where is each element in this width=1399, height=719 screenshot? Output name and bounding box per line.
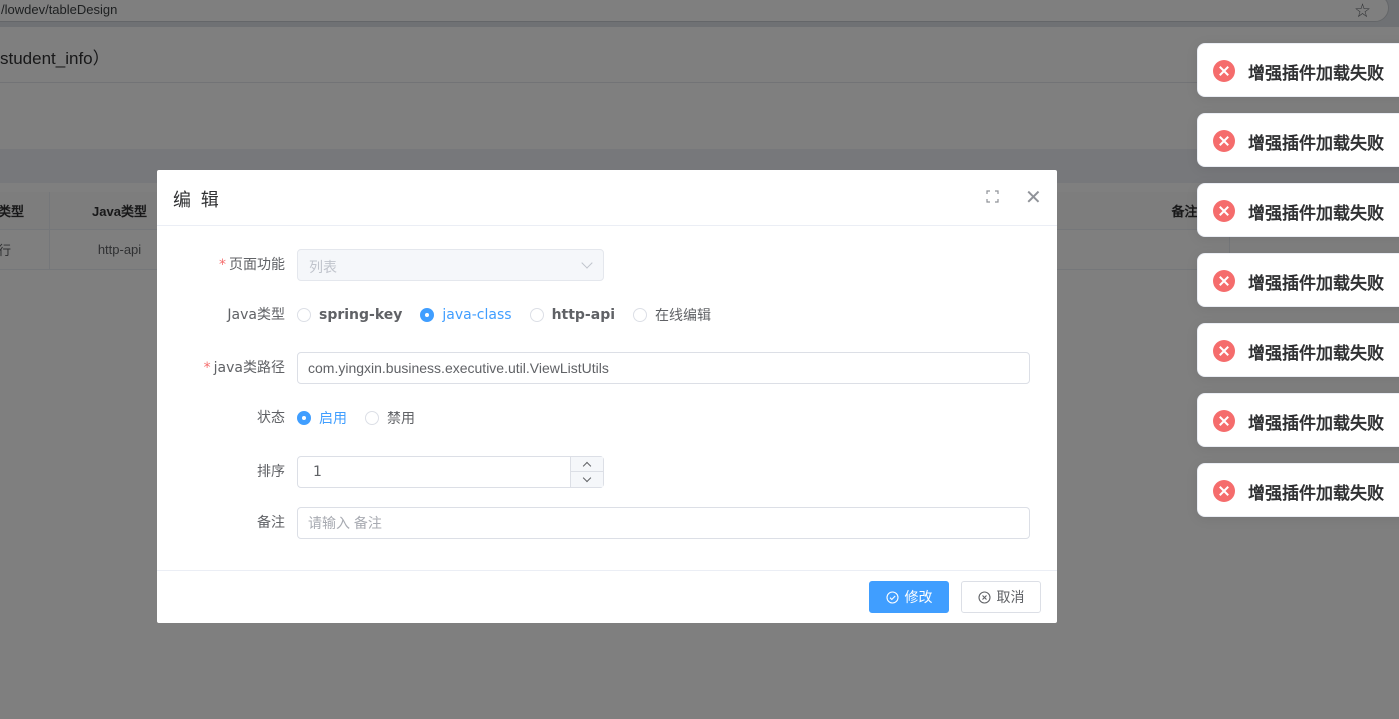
page-function-value: 列表 bbox=[309, 260, 337, 276]
form-row-java-class-path: * java类路径 bbox=[157, 352, 1057, 384]
sort-value: 1 bbox=[313, 464, 322, 480]
form-row-page-function: * 页面功能 列表 bbox=[157, 249, 1057, 281]
radio-circle bbox=[365, 411, 379, 425]
radio-circle bbox=[297, 308, 311, 322]
required-star: * bbox=[203, 360, 211, 376]
error-notification[interactable]: 增强插件加载失败 bbox=[1197, 393, 1399, 447]
radio-disabled[interactable]: 禁用 bbox=[365, 408, 415, 428]
dialog-title: 编 辑 bbox=[173, 190, 221, 211]
submit-label: 修改 bbox=[904, 590, 933, 606]
remark-input[interactable] bbox=[297, 507, 1030, 539]
required-star: * bbox=[219, 257, 226, 273]
chevron-down-icon bbox=[581, 257, 593, 269]
radio-circle bbox=[420, 308, 435, 322]
error-notification[interactable]: 增强插件加载失败 bbox=[1197, 113, 1399, 167]
sort-number-input[interactable]: 1 bbox=[297, 456, 604, 488]
radio-spring-key[interactable]: spring-key bbox=[297, 307, 402, 323]
cancel-button[interactable]: 取消 bbox=[961, 581, 1041, 613]
notification-message: 增强插件加载失败 bbox=[1248, 274, 1384, 294]
radio-http-api[interactable]: http-api bbox=[529, 307, 615, 323]
java-class-path-input[interactable] bbox=[297, 352, 1030, 384]
error-notification[interactable]: 增强插件加载失败 bbox=[1197, 463, 1399, 517]
sort-label: 排序 bbox=[257, 464, 285, 480]
page-function-label: * 页面功能 bbox=[219, 257, 285, 273]
notification-message: 增强插件加载失败 bbox=[1248, 134, 1384, 154]
error-icon bbox=[1213, 410, 1235, 432]
radio-circle bbox=[297, 411, 311, 425]
error-notification[interactable]: 增强插件加载失败 bbox=[1197, 183, 1399, 237]
error-icon bbox=[1213, 130, 1235, 152]
close-icon[interactable]: ✕ bbox=[1025, 187, 1042, 207]
dialog-header: 编 辑 ✕ bbox=[157, 170, 1057, 226]
decrease-button[interactable] bbox=[571, 472, 603, 487]
java-type-radio-group: spring-key java-class http-api 在线编辑 bbox=[297, 299, 729, 331]
radio-java-class[interactable]: java-class bbox=[420, 307, 512, 323]
page-function-select[interactable]: 列表 bbox=[297, 249, 604, 281]
radio-enabled[interactable]: 启用 bbox=[297, 408, 347, 428]
error-icon bbox=[1213, 60, 1235, 82]
notification-message: 增强插件加载失败 bbox=[1248, 344, 1384, 364]
notification-message: 增强插件加载失败 bbox=[1248, 64, 1384, 84]
radio-online-edit[interactable]: 在线编辑 bbox=[633, 305, 711, 325]
error-icon bbox=[1213, 200, 1235, 222]
dialog-footer: 修改 取消 bbox=[157, 570, 1057, 623]
arrow-down-icon bbox=[582, 473, 592, 483]
error-notification[interactable]: 增强插件加载失败 bbox=[1197, 43, 1399, 97]
radio-circle bbox=[529, 308, 544, 322]
form-row-sort: 排序 1 bbox=[157, 456, 1057, 488]
edit-dialog: 编 辑 ✕ * 页面功能 列表 Java类型 spring-key java-cl… bbox=[157, 170, 1057, 623]
form-row-java-type: Java类型 spring-key java-class http-api 在线… bbox=[157, 299, 1057, 331]
increase-button[interactable] bbox=[571, 457, 603, 472]
notification-message: 增强插件加载失败 bbox=[1248, 484, 1384, 504]
submit-button[interactable]: 修改 bbox=[869, 581, 949, 613]
status-label: 状态 bbox=[257, 410, 285, 426]
close-circle-icon bbox=[977, 590, 991, 604]
form-row-status: 状态 启用 禁用 bbox=[157, 402, 1057, 434]
error-notification[interactable]: 增强插件加载失败 bbox=[1197, 253, 1399, 307]
stepper-buttons bbox=[570, 457, 603, 487]
error-notification[interactable]: 增强插件加载失败 bbox=[1197, 323, 1399, 377]
radio-circle bbox=[633, 308, 648, 322]
error-icon bbox=[1213, 270, 1235, 292]
java-class-path-label: * java类路径 bbox=[203, 360, 285, 376]
check-circle-icon bbox=[885, 590, 899, 604]
notification-message: 增强插件加载失败 bbox=[1248, 204, 1384, 224]
arrow-up-icon bbox=[582, 461, 592, 471]
remark-label: 备注 bbox=[257, 515, 285, 531]
status-radio-group: 启用 禁用 bbox=[297, 402, 433, 434]
notification-message: 增强插件加载失败 bbox=[1248, 414, 1384, 434]
error-icon bbox=[1213, 480, 1235, 502]
form-row-remark: 备注 bbox=[157, 507, 1057, 539]
error-icon bbox=[1213, 340, 1235, 362]
java-type-label: Java类型 bbox=[227, 307, 285, 323]
cancel-label: 取消 bbox=[996, 590, 1025, 606]
fullscreen-icon[interactable] bbox=[986, 190, 999, 203]
